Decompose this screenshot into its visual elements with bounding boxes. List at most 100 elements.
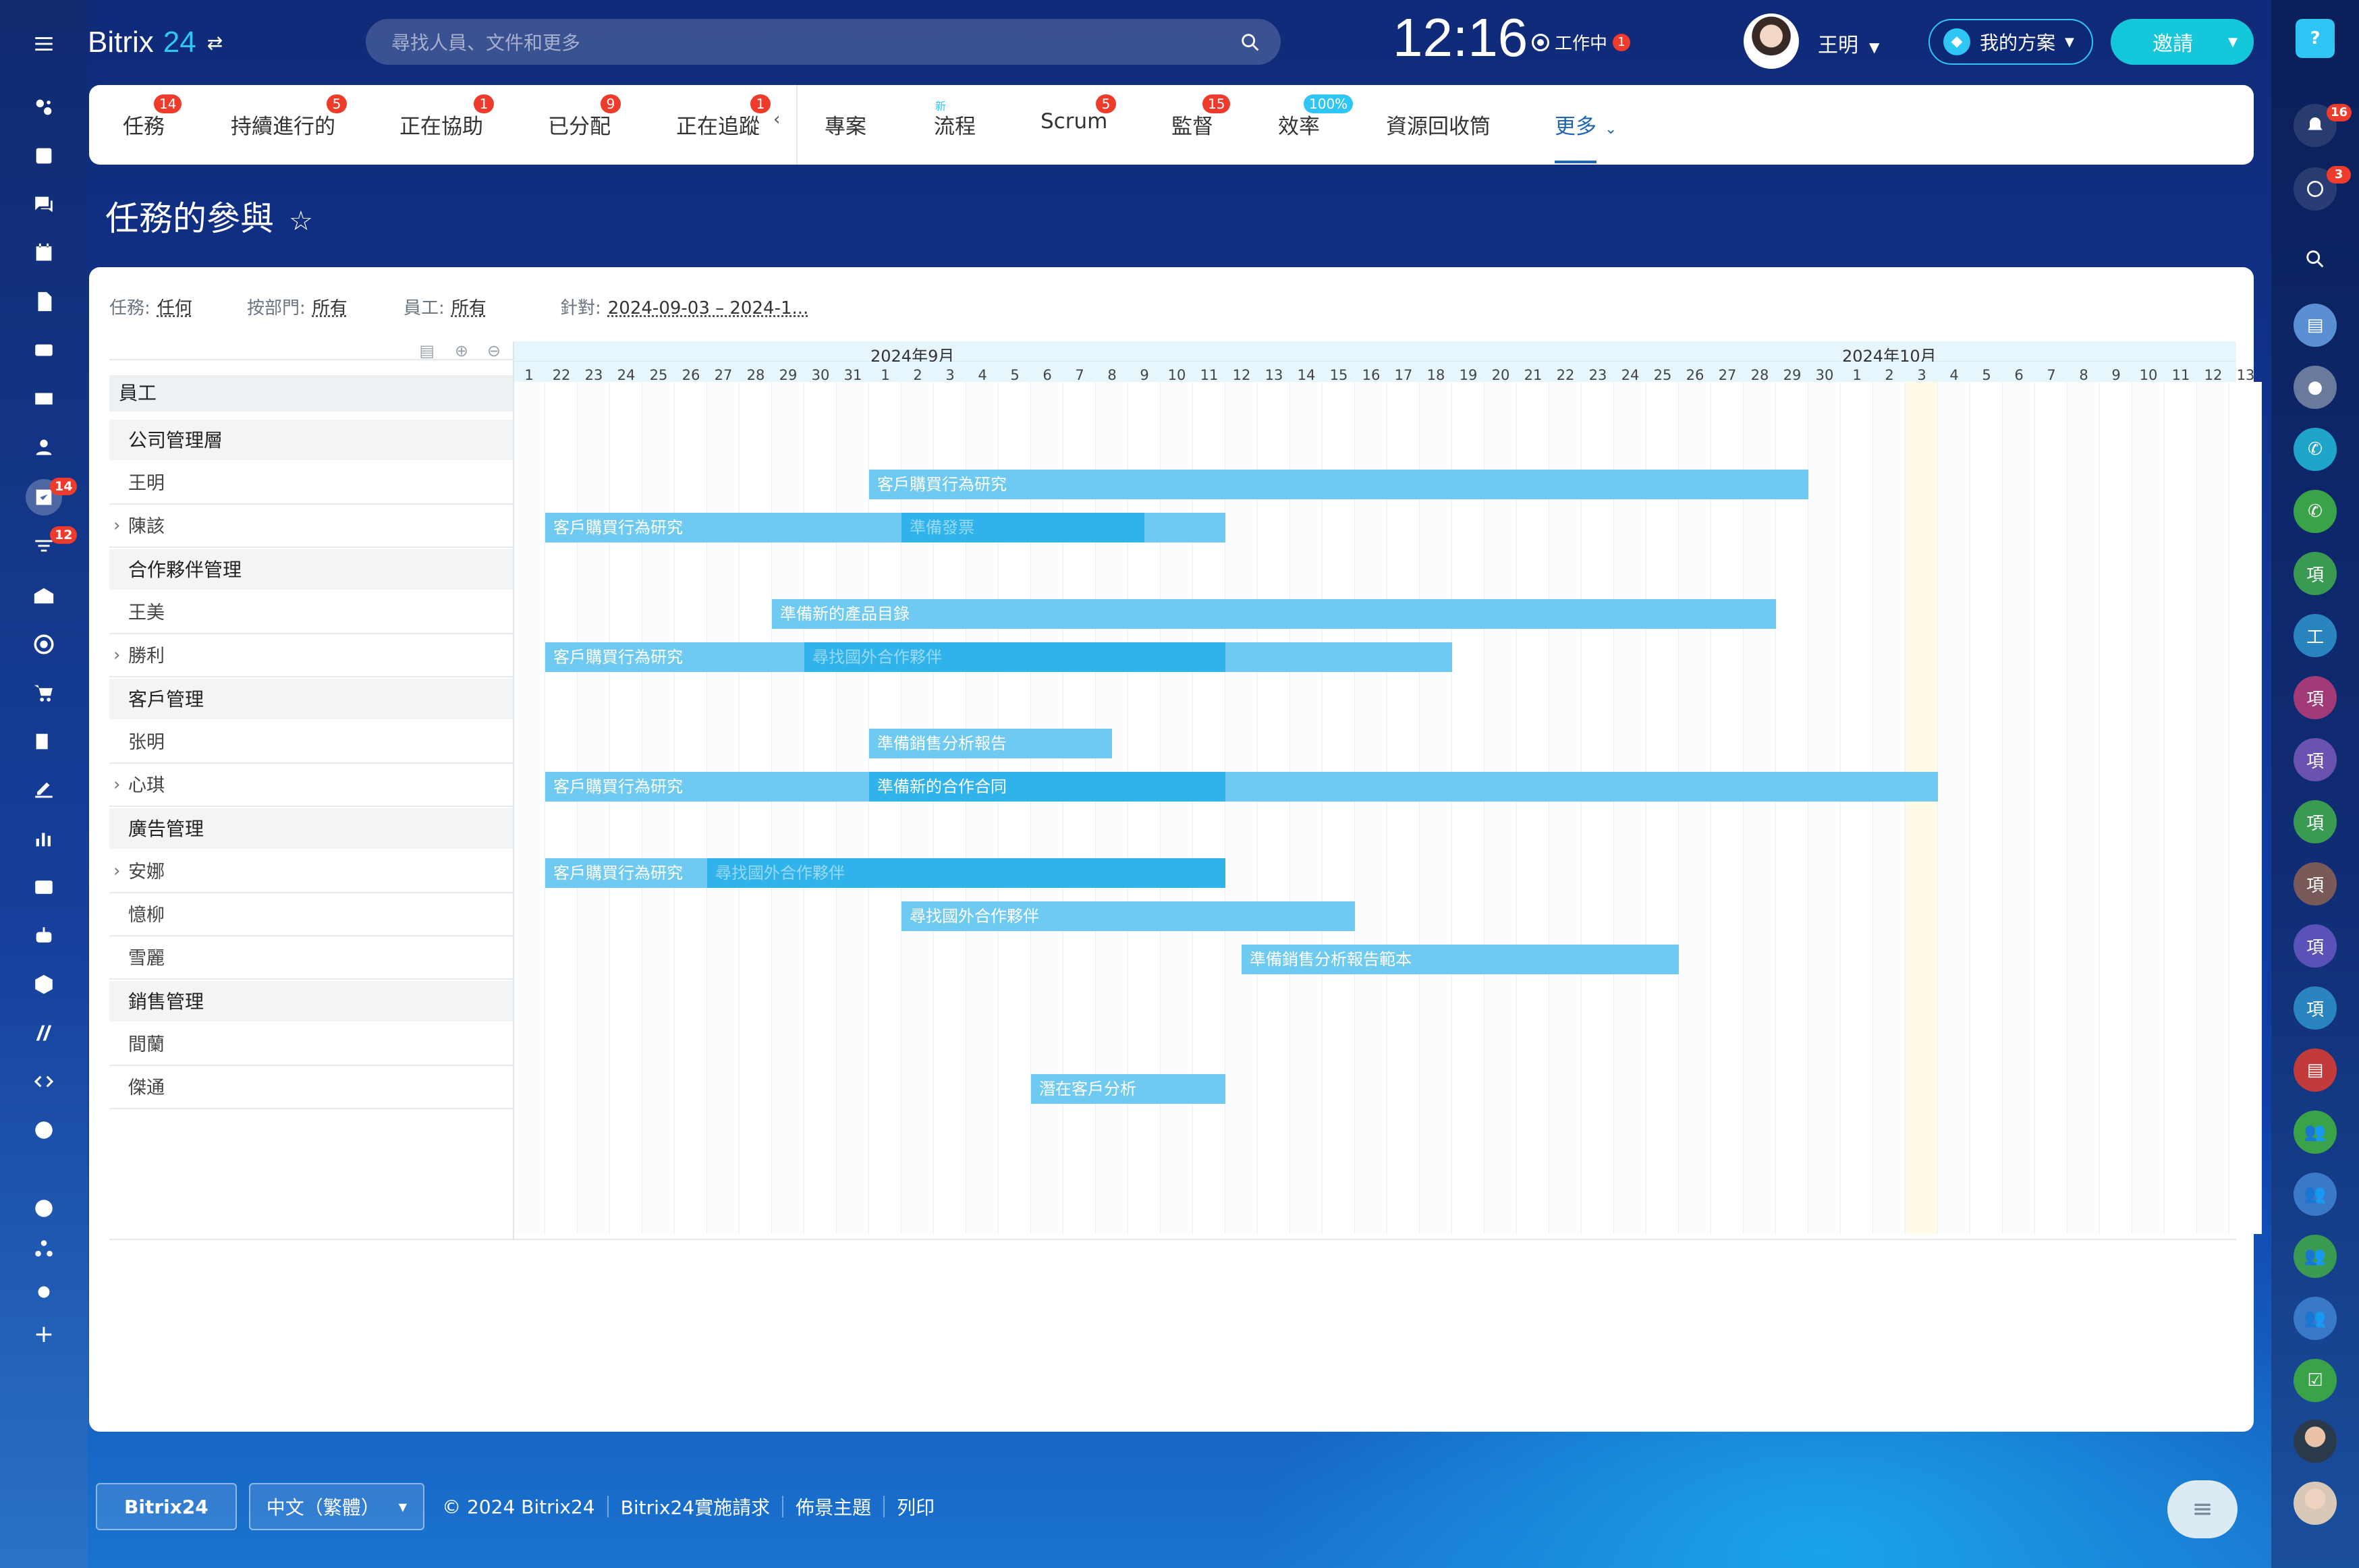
task-bar[interactable]: 準備銷售分析報告範本	[1242, 945, 1679, 974]
sitemap-icon[interactable]	[26, 1231, 62, 1267]
calendar-icon[interactable]	[26, 235, 62, 271]
zoom-in-icon[interactable]: ⊕	[455, 341, 468, 360]
help-icon[interactable]	[26, 1190, 62, 1227]
tab-recycle-bin[interactable]: 資源回收筒	[1386, 109, 1491, 140]
group-chat-icon[interactable]: 👥	[2294, 1173, 2337, 1216]
group-chat-icon[interactable]: 👥	[2294, 1235, 2337, 1278]
contact-card-icon[interactable]: ▤	[2294, 304, 2337, 347]
employee-row[interactable]: 憶柳	[109, 895, 514, 936]
employee-row[interactable]: › 陳該	[109, 506, 514, 548]
inventory-icon[interactable]	[26, 966, 62, 1003]
analytics-icon[interactable]	[26, 820, 62, 857]
tab-more[interactable]: 更多 ⌄	[1555, 109, 1617, 140]
expand-chevron-icon[interactable]: ›	[113, 850, 120, 892]
task-bar[interactable]: 尋找國外合作夥伴	[804, 642, 1225, 672]
employee-row[interactable]: › 心琪	[109, 765, 514, 807]
print-icon[interactable]: ▤	[419, 341, 435, 360]
contact-card-icon[interactable]: ▤	[2294, 1048, 2337, 1092]
collaboration-icon[interactable]	[26, 89, 62, 125]
more-menu-icon[interactable]	[26, 1112, 62, 1148]
filter-date-range[interactable]: 針對: 2024-09-03 – 2024-1...	[560, 294, 808, 319]
user-name[interactable]: 王明 ▼	[1818, 28, 1879, 58]
settings-icon[interactable]	[26, 1274, 62, 1310]
footer-link-print[interactable]: 列印	[897, 1493, 935, 1520]
shop-icon[interactable]	[26, 675, 62, 711]
employees-icon[interactable]	[26, 429, 62, 466]
employee-row[interactable]: 王美	[109, 592, 514, 634]
project-avatar[interactable]: 項	[2294, 862, 2337, 905]
tab-following[interactable]: 正在追蹤	[676, 109, 760, 140]
tab-projects[interactable]: 專案	[825, 109, 866, 140]
documents-icon[interactable]	[26, 283, 62, 320]
tabs-scroll-left-icon[interactable]: ‹	[773, 109, 780, 130]
project-avatar[interactable]: 項	[2294, 986, 2337, 1030]
language-select[interactable]: 中文（繁體） ▼	[248, 1483, 425, 1530]
task-bar[interactable]: 準備新的產品目錄	[772, 599, 1776, 629]
user-avatar[interactable]	[2294, 1482, 2337, 1525]
project-avatar[interactable]: 項	[2294, 552, 2337, 595]
drive-icon[interactable]	[26, 332, 62, 368]
project-avatar[interactable]: 項	[2294, 738, 2337, 781]
footer-brand-button[interactable]: Bitrix24	[96, 1483, 237, 1530]
task-bar[interactable]: 客戶購買行為研究	[869, 470, 1808, 499]
search-input[interactable]: 尋找人員、文件和更多	[366, 19, 1281, 65]
expand-chevron-icon[interactable]: ›	[113, 764, 120, 806]
employee-row[interactable]: 张明	[109, 722, 514, 764]
tab-ongoing[interactable]: 持續進行的	[231, 109, 335, 140]
filter-range-value[interactable]: 2024-09-03 – 2024-1...	[608, 298, 809, 318]
footer-link-implementation[interactable]: Bitrix24實施請求	[621, 1493, 770, 1520]
group-chat-icon[interactable]: 👥	[2294, 1297, 2337, 1340]
tab-supervising[interactable]: 監督	[1171, 109, 1213, 140]
chat-icon[interactable]	[26, 186, 62, 223]
tab-tasks[interactable]: 任務	[123, 109, 165, 140]
task-bar[interactable]: 準備發票	[901, 513, 1144, 542]
plan-button[interactable]: ◆ 我的方案 ▼	[1928, 19, 2093, 65]
footer-link-theme[interactable]: 佈景主題	[796, 1493, 871, 1520]
filter-emp-value[interactable]: 所有	[451, 298, 487, 318]
group-chat-icon[interactable]: 👥	[2294, 1111, 2337, 1154]
task-bar[interactable]: 尋找國外合作夥伴	[901, 901, 1355, 931]
expand-chevron-icon[interactable]: ›	[113, 634, 120, 676]
task-bar[interactable]: 客戶購買行為研究	[545, 772, 1938, 802]
signature-icon[interactable]	[26, 772, 62, 808]
user-avatar[interactable]	[2294, 1420, 2337, 1463]
task-chat-icon[interactable]: ☑	[2294, 1359, 2337, 1402]
sign-icon[interactable]	[26, 723, 62, 760]
search-icon[interactable]	[1239, 31, 1262, 54]
help-question-icon[interactable]: ?	[2296, 19, 2335, 58]
employee-row[interactable]: 傑通	[109, 1067, 514, 1109]
phone-icon[interactable]: ✆	[2294, 428, 2337, 471]
search-icon[interactable]	[2294, 237, 2337, 281]
expand-chevron-icon[interactable]: ›	[113, 505, 120, 547]
phone-icon[interactable]: ✆	[2294, 490, 2337, 533]
developer-icon[interactable]	[26, 1063, 62, 1100]
project-avatar[interactable]: 項	[2294, 800, 2337, 843]
settings-sliders-icon[interactable]: ⇄	[207, 32, 223, 54]
user-avatar[interactable]	[1744, 13, 1799, 69]
task-bar[interactable]: 準備銷售分析報告	[869, 729, 1112, 758]
zoom-out-icon[interactable]: ⊖	[487, 341, 501, 360]
market-icon[interactable]	[26, 1015, 62, 1051]
robot-icon[interactable]	[26, 918, 62, 954]
chevron-down-icon[interactable]: ▼	[2228, 35, 2238, 49]
work-status[interactable]: 工作中 1	[1532, 30, 1631, 55]
tab-efficiency[interactable]: 效率	[1278, 109, 1320, 140]
menu-icon[interactable]	[26, 26, 62, 62]
employee-row[interactable]: › 安娜	[109, 851, 514, 893]
mail-icon[interactable]	[26, 381, 62, 417]
invite-button[interactable]: 邀請 ▼	[2111, 19, 2254, 65]
employee-row[interactable]: 王明	[109, 463, 514, 505]
project-avatar[interactable]: 工	[2294, 614, 2337, 657]
task-bar[interactable]: 尋找國外合作夥伴	[707, 858, 1225, 888]
target-icon[interactable]	[26, 626, 62, 663]
add-icon[interactable]: +	[26, 1316, 62, 1352]
tab-scrum[interactable]: Scrum	[1040, 109, 1107, 134]
tab-flows[interactable]: 流程	[934, 109, 976, 140]
tab-assisting[interactable]: 正在協助	[399, 109, 483, 140]
company-icon[interactable]	[26, 578, 62, 614]
star-icon[interactable]: ☆	[289, 206, 313, 237]
employee-row[interactable]: › 勝利	[109, 636, 514, 677]
filter-employee[interactable]: 員工: 所有	[404, 294, 487, 319]
tab-assigned[interactable]: 已分配	[548, 109, 611, 140]
filter-task[interactable]: 任務: 任何	[109, 294, 192, 319]
